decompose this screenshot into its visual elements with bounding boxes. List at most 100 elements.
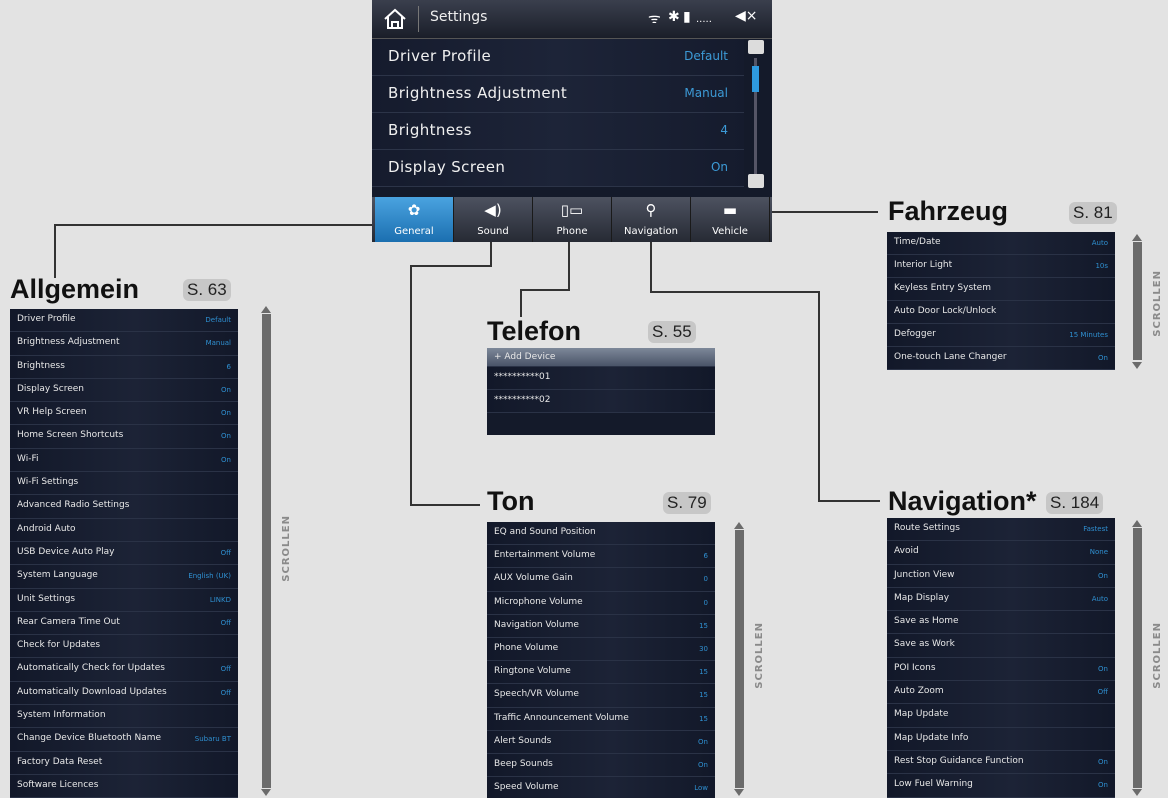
list-item[interactable]: Software Licences <box>10 774 238 798</box>
settings-row[interactable]: Display Screen On <box>372 150 744 187</box>
settings-row-label: Driver Profile <box>388 47 492 65</box>
list-item[interactable]: Microphone Volume 0 <box>487 591 715 615</box>
tab-phone[interactable]: ▯▭ Phone <box>533 197 612 242</box>
list-item[interactable]: Rest Stop Guidance Function On <box>887 750 1115 775</box>
list-item[interactable]: Defogger 15 Minutes <box>887 324 1115 347</box>
list-item-label: EQ and Sound Position <box>494 527 596 537</box>
add-device-label: + Add Device <box>494 352 556 362</box>
list-item[interactable]: Map Display Auto <box>887 587 1115 612</box>
list-item[interactable]: System Language English (UK) <box>10 565 238 589</box>
list-item[interactable]: Phone Volume 30 <box>487 637 715 662</box>
list-item[interactable]: Auto Zoom Off <box>887 681 1115 705</box>
list-item[interactable]: Factory Data Reset <box>10 751 238 775</box>
navigation-scrollbar[interactable] <box>1133 528 1142 788</box>
add-device-row[interactable]: + Add Device <box>487 348 715 367</box>
connector-general-v1 <box>54 224 56 278</box>
list-item[interactable]: Map Update <box>887 704 1115 728</box>
mute-icon[interactable]: ◀× <box>735 8 758 24</box>
tab-general[interactable]: ✿ General <box>375 197 454 242</box>
list-item[interactable]: Map Update Info <box>887 727 1115 751</box>
home-icon[interactable] <box>382 6 408 32</box>
gear-icon: ✿ <box>407 201 421 219</box>
list-item[interactable]: One-touch Lane Changer On <box>887 347 1115 370</box>
list-item[interactable]: EQ and Sound Position <box>487 522 715 546</box>
scroll-up-button[interactable] <box>748 40 764 54</box>
wifi-icon: ᯤ <box>648 11 661 27</box>
list-item[interactable]: Interior Light 10s <box>887 255 1115 278</box>
list-item[interactable]: Home Screen Shortcuts On <box>10 425 238 449</box>
list-item[interactable]: **********01 <box>487 367 715 390</box>
list-item-label: Change Device Bluetooth Name <box>17 733 162 744</box>
navigation-title: Navigation* <box>888 486 1037 516</box>
fahrzeug-scrollbar[interactable] <box>1133 242 1142 360</box>
list-item-label: Advanced Radio Settings <box>17 500 130 511</box>
list-item-value: LINKD <box>209 595 231 604</box>
scroll-down-button[interactable] <box>748 174 764 188</box>
list-item-label: Low Fuel Warning <box>894 779 973 790</box>
main-scrollbar[interactable] <box>748 40 764 194</box>
list-item[interactable]: Rear Camera Time Out Off <box>10 611 238 636</box>
list-item[interactable]: Brightness 6 <box>10 355 238 379</box>
list-item[interactable]: Check for Updates <box>10 635 238 659</box>
list-item[interactable]: Route Settings Fastest <box>887 518 1115 542</box>
list-item[interactable]: USB Device Auto Play Off <box>10 541 238 566</box>
tab-vehicle[interactable]: ▬ Vehicle <box>691 197 770 242</box>
list-item[interactable]: Advanced Radio Settings <box>10 495 238 519</box>
list-item[interactable]: Entertainment Volume 6 <box>487 545 715 569</box>
list-item[interactable]: Alert Sounds On <box>487 730 715 754</box>
tab-navigation[interactable]: ⚲ Navigation <box>612 197 691 242</box>
list-item[interactable]: System Information <box>10 705 238 729</box>
list-item[interactable]: VR Help Screen On <box>10 402 238 426</box>
list-item[interactable]: Brightness Adjustment Manual <box>10 332 238 356</box>
list-item-value: None <box>1089 548 1108 557</box>
list-item[interactable]: Traffic Announcement Volume 15 <box>487 707 715 731</box>
list-item[interactable]: Automatically Check for Updates Off <box>10 658 238 682</box>
settings-row[interactable]: Driver Profile Default <box>372 39 744 76</box>
list-item-label: Beep Sounds <box>494 758 553 769</box>
list-item[interactable]: Ringtone Volume 15 <box>487 661 715 685</box>
list-item-label: Rear Camera Time Out <box>17 616 120 627</box>
list-item[interactable]: Wi-Fi On <box>10 448 238 473</box>
list-item-label: Navigation Volume <box>494 619 579 630</box>
list-item[interactable]: Beep Sounds On <box>487 753 715 778</box>
settings-row[interactable]: Brightness 4 <box>372 113 744 150</box>
list-item[interactable]: Navigation Volume 15 <box>487 614 715 638</box>
settings-row[interactable]: Brightness Adjustment Manual <box>372 76 744 113</box>
list-item[interactable]: Android Auto <box>10 518 238 542</box>
list-item[interactable]: Keyless Entry System <box>887 278 1115 301</box>
screen-title: Settings <box>430 9 488 25</box>
list-item-label: Software Licences <box>17 779 99 790</box>
allgemein-scroll-label: SCROLLEN <box>281 515 292 582</box>
list-item[interactable]: Save as Home <box>887 611 1115 635</box>
tab-label: Sound <box>477 226 509 237</box>
list-item[interactable]: Driver Profile Default <box>10 309 238 333</box>
ton-scrollbar[interactable] <box>735 530 744 788</box>
list-item[interactable]: Auto Door Lock/Unlock <box>887 301 1115 324</box>
list-item[interactable]: **********02 <box>487 390 715 413</box>
list-item[interactable]: Unit Settings LINKD <box>10 588 238 612</box>
list-item[interactable]: Change Device Bluetooth Name Subaru BT <box>10 728 238 752</box>
list-item[interactable]: Speech/VR Volume 15 <box>487 684 715 708</box>
list-item-value: Off <box>1097 688 1108 697</box>
ton-page: S. 79 <box>663 492 711 514</box>
connector-sound-h2 <box>410 504 480 506</box>
list-item[interactable]: Avoid None <box>887 541 1115 565</box>
list-item-label: VR Help Screen <box>17 407 87 418</box>
tab-sound[interactable]: ◀) Sound <box>454 197 533 242</box>
list-item[interactable]: Low Fuel Warning On <box>887 774 1115 798</box>
list-item-value: Auto <box>1091 239 1108 247</box>
list-item[interactable]: AUX Volume Gain 0 <box>487 568 715 592</box>
allgemein-scrollbar[interactable] <box>262 314 271 788</box>
list-item[interactable]: POI Icons On <box>887 657 1115 682</box>
list-item[interactable]: Save as Work <box>887 634 1115 658</box>
scroll-thumb[interactable] <box>752 66 759 92</box>
settings-row-label: Brightness Adjustment <box>388 84 568 102</box>
list-item[interactable]: Display Screen On <box>10 378 238 403</box>
connector-nav-h2 <box>818 500 880 502</box>
list-item[interactable]: Wi-Fi Settings <box>10 472 238 496</box>
list-item-label: Android Auto <box>17 523 76 534</box>
list-item[interactable]: Speed Volume Low <box>487 777 715 798</box>
list-item[interactable]: Automatically Download Updates Off <box>10 681 238 706</box>
list-item[interactable]: Junction View On <box>887 564 1115 588</box>
list-item[interactable]: Time/Date Auto <box>887 232 1115 255</box>
